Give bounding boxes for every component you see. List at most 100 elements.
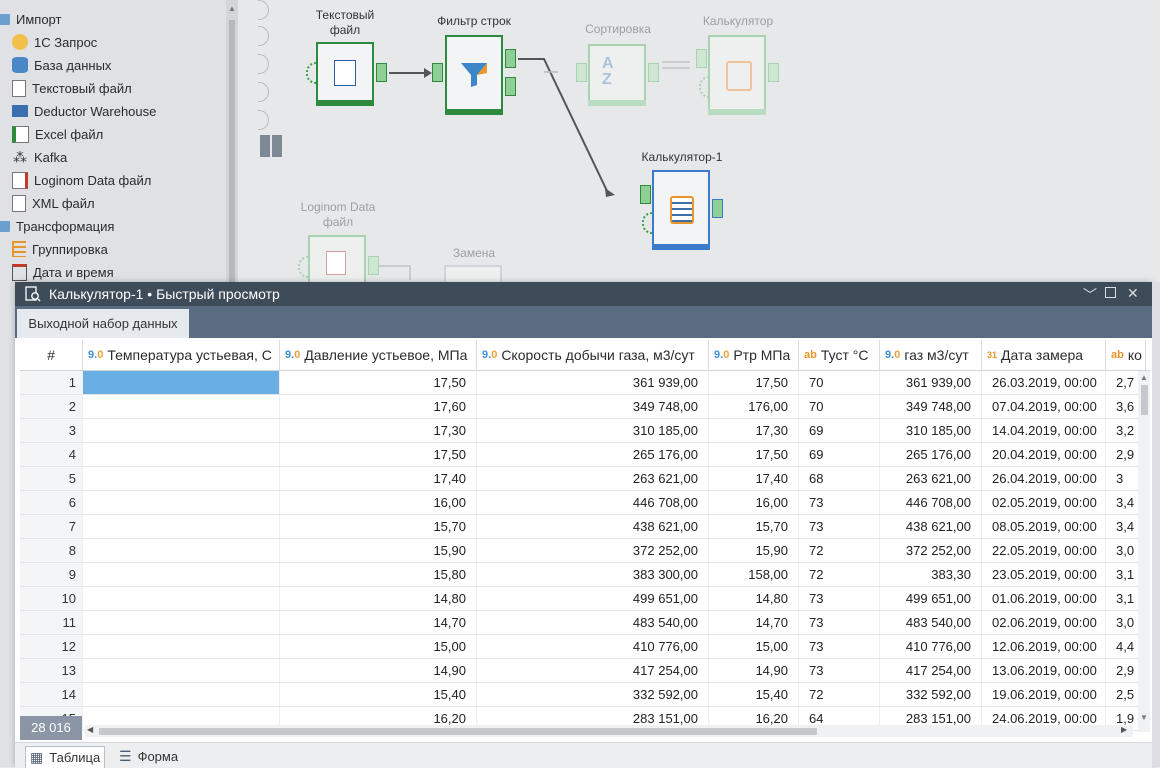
scroll-down-icon[interactable]: ▼	[1140, 713, 1148, 722]
table-cell[interactable]: 14.04.2019, 00:00	[982, 419, 1106, 443]
row-number[interactable]: 3	[20, 419, 83, 443]
row-number[interactable]: 4	[20, 443, 83, 467]
table-cell[interactable]: 72	[799, 539, 880, 563]
node-output-port[interactable]	[712, 199, 723, 218]
row-number[interactable]: 5	[20, 467, 83, 491]
table-row[interactable]: 8 15,90 372 252,00 15,90 72 372 252,00 22.05.2…	[20, 539, 1146, 563]
table-cell[interactable]: 15,70	[280, 515, 477, 539]
node-output-port[interactable]	[505, 77, 516, 96]
sidebar-scroll-thumb[interactable]	[229, 20, 235, 290]
node-output-port[interactable]	[768, 63, 779, 82]
node-input-port[interactable]	[576, 63, 587, 82]
node-sort[interactable]: AZ	[588, 44, 646, 106]
table-cell[interactable]: 499 651,00	[880, 587, 982, 611]
table-cell[interactable]: 17,50	[280, 443, 477, 467]
table-cell[interactable]: 02.05.2019, 00:00	[982, 491, 1106, 515]
table-cell[interactable]: 22.05.2019, 00:00	[982, 539, 1106, 563]
row-number[interactable]: 7	[20, 515, 83, 539]
node-text-file[interactable]	[316, 42, 374, 106]
row-number[interactable]: 12	[20, 635, 83, 659]
table-cell[interactable]	[83, 659, 280, 683]
tree-item-kafka[interactable]: ⁂ Kafka	[12, 146, 67, 168]
table-cell[interactable]	[83, 611, 280, 635]
tree-item-excel-file[interactable]: Excel файл	[12, 123, 103, 145]
table-cell[interactable]: 17,60	[280, 395, 477, 419]
close-icon[interactable]: ✕	[1127, 285, 1139, 302]
table-cell[interactable]: 410 776,00	[880, 635, 982, 659]
table-cell[interactable]: 72	[799, 563, 880, 587]
table-cell[interactable]: 332 592,00	[880, 683, 982, 707]
table-row[interactable]: 1 17,50 361 939,00 17,50 70 361 939,00 26.03.2…	[20, 371, 1146, 395]
table-cell[interactable]: 73	[799, 491, 880, 515]
table-cell[interactable]: 17,40	[280, 467, 477, 491]
table-cell[interactable]: 483 540,00	[477, 611, 709, 635]
row-number[interactable]: 8	[20, 539, 83, 563]
table-cell[interactable]: 02.06.2019, 00:00	[982, 611, 1106, 635]
table-cell[interactable]	[83, 443, 280, 467]
table-cell[interactable]: 14,80	[280, 587, 477, 611]
node-calculator[interactable]	[708, 35, 766, 115]
node-input-port[interactable]	[640, 185, 651, 204]
table-cell[interactable]: 17,30	[709, 419, 799, 443]
tab-form-view[interactable]: ☰ Форма	[115, 746, 182, 767]
table-cell[interactable]: 23.05.2019, 00:00	[982, 563, 1106, 587]
table-row[interactable]: 14 15,40 332 592,00 15,40 72 332 592,00 19.06.…	[20, 683, 1146, 707]
table-cell[interactable]: 72	[799, 683, 880, 707]
table-cell[interactable]: 12.06.2019, 00:00	[982, 635, 1106, 659]
table-cell[interactable]: 15,40	[709, 683, 799, 707]
table-cell[interactable]: 383 300,00	[477, 563, 709, 587]
table-cell[interactable]	[83, 419, 280, 443]
table-cell[interactable]: 20.04.2019, 00:00	[982, 443, 1106, 467]
table-cell[interactable]: 73	[799, 659, 880, 683]
column-header[interactable]: 9.0 газ м3/сут	[880, 340, 982, 370]
tree-item-1c-query[interactable]: 1С Запрос	[12, 31, 97, 53]
column-header[interactable]: 9.0 Скорость добычи газа, м3/сут	[477, 340, 709, 370]
table-cell[interactable]: 69	[799, 443, 880, 467]
tree-group-transformation[interactable]: Трансформация	[0, 215, 114, 237]
table-cell[interactable]: 176,00	[709, 395, 799, 419]
table-cell[interactable]: 14,90	[709, 659, 799, 683]
scroll-up-icon[interactable]: ▲	[228, 4, 236, 13]
table-cell[interactable]: 17,50	[709, 443, 799, 467]
table-cell[interactable]: 361 939,00	[477, 371, 709, 395]
column-header[interactable]: 31 Дата замера	[982, 340, 1106, 370]
table-cell[interactable]: 73	[799, 515, 880, 539]
vertical-scrollbar[interactable]: ▲ ▼	[1138, 371, 1150, 732]
row-number[interactable]: 1	[20, 371, 83, 395]
table-cell[interactable]	[83, 587, 280, 611]
table-cell[interactable]: 372 252,00	[880, 539, 982, 563]
scroll-up-icon[interactable]: ▲	[1140, 373, 1148, 382]
horizontal-scroll-thumb[interactable]	[99, 728, 817, 735]
table-cell[interactable]: 17,50	[709, 371, 799, 395]
table-cell[interactable]: 265 176,00	[477, 443, 709, 467]
table-cell[interactable]: 15,90	[709, 539, 799, 563]
chevron-down-icon[interactable]: ﹀	[1083, 285, 1097, 305]
tab-output-dataset[interactable]: Выходной набор данных	[17, 309, 189, 338]
row-number[interactable]: 11	[20, 611, 83, 635]
table-cell[interactable]: 70	[799, 395, 880, 419]
table-row[interactable]: 7 15,70 438 621,00 15,70 73 438 621,00 08.05.2…	[20, 515, 1146, 539]
table-cell[interactable]: 15,90	[280, 539, 477, 563]
row-number[interactable]: 14	[20, 683, 83, 707]
row-number[interactable]: 6	[20, 491, 83, 515]
table-cell[interactable]	[83, 683, 280, 707]
node-output-port[interactable]	[368, 256, 379, 275]
table-cell[interactable]: 158,00	[709, 563, 799, 587]
table-cell[interactable]: 332 592,00	[477, 683, 709, 707]
column-header[interactable]: ab ко	[1106, 340, 1146, 370]
table-cell[interactable]	[83, 515, 280, 539]
vertical-scroll-thumb[interactable]	[1141, 385, 1148, 415]
window-titlebar[interactable]: Калькулятор-1 • Быстрый просмотр ﹀ ✕	[15, 282, 1152, 306]
row-number[interactable]: 10	[20, 587, 83, 611]
table-cell[interactable]: 17,30	[280, 419, 477, 443]
table-cell[interactable]: 13.06.2019, 00:00	[982, 659, 1106, 683]
table-cell[interactable]: 17,50	[280, 371, 477, 395]
scroll-left-icon[interactable]: ◀	[87, 725, 93, 734]
table-cell[interactable]: 15,40	[280, 683, 477, 707]
table-cell[interactable]	[83, 491, 280, 515]
table-row[interactable]: 11 14,70 483 540,00 14,70 73 483 540,00 02.06.…	[20, 611, 1146, 635]
node-output-port[interactable]	[505, 49, 516, 68]
table-cell[interactable]: 15,00	[709, 635, 799, 659]
column-header[interactable]: ab Туст °С	[799, 340, 880, 370]
table-cell[interactable]: 69	[799, 419, 880, 443]
